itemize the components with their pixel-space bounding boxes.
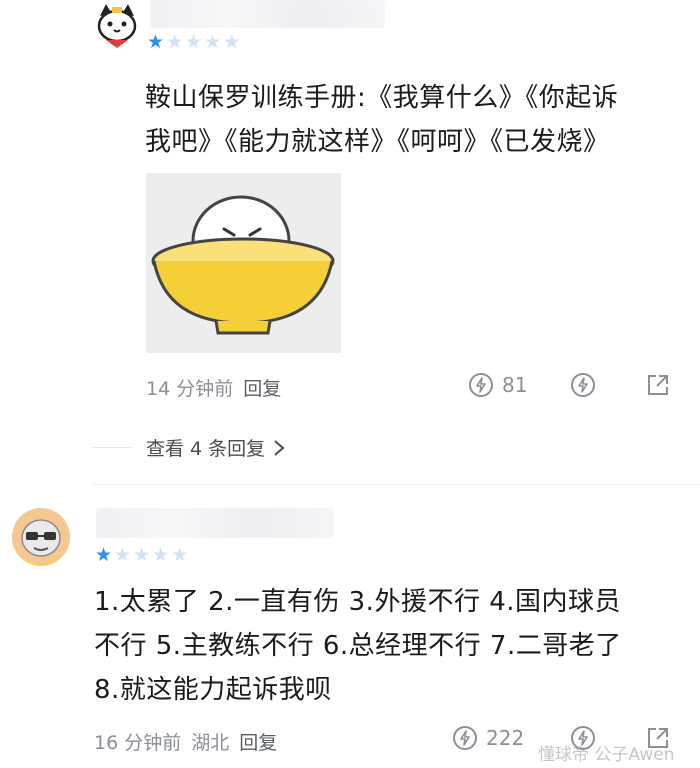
watermark-text: 懂球帝 公子Awen [538,745,675,765]
reply-button[interactable]: 回复 [239,728,277,755]
view-replies-label: 查看 4 条回复 [146,438,266,460]
comment-text: 1.太累了 2.一直有伤 3.外援不行 4.国内球员 不行 5.主教练不行 6.… [94,580,694,712]
dislike-button[interactable] [570,372,596,402]
comment-divider [92,484,700,485]
rating-stars: ★ ★ ★ ★ ★ [147,32,240,52]
like-count: 222 [486,726,525,750]
avatar[interactable] [92,2,142,52]
comment-line: 1.太累了 2.一直有伤 3.外援不行 4.国内球员 [94,587,622,617]
view-replies-link[interactable]: 查看 4 条回复 [146,434,287,461]
dislike-icon [571,373,595,397]
star-icon: ★ [166,31,184,53]
comment-line: 8.就这能力起诉我呗 [94,675,332,705]
comment-line: 我吧》《能力就这样》《呵呵》《已发烧》 [145,127,610,157]
comment-time: 14 分钟前 [146,378,234,400]
star-icon: ★ [133,544,151,566]
star-icon: ★ [152,544,170,566]
comment-meta: 16 分钟前 湖北 回复 [94,728,277,755]
comment-meta: 14 分钟前 回复 [146,374,281,401]
star-icon: ★ [185,31,203,53]
star-icon: ★ [147,31,165,53]
star-icon: ★ [171,544,189,566]
comment-text: 鞍山保罗训练手册:《我算什么》《你起诉 我吧》《能力就这样》《呵呵》《已发烧》 [145,76,685,164]
comment-line: 不行 5.主教练不行 6.总经理不行 7.二哥老了 [94,631,622,661]
reply-button[interactable]: 回复 [243,374,281,401]
avatar[interactable] [12,508,70,566]
comment-location: 湖北 [191,732,230,754]
like-button[interactable]: 222 [452,725,524,751]
bun-in-bowl-sticker [151,195,335,335]
chevron-right-icon [274,439,285,456]
star-icon: ★ [223,31,241,53]
star-icon: ★ [114,544,132,566]
like-count: 81 [502,373,528,397]
share-button[interactable] [646,373,670,401]
author-name-blurred[interactable] [150,0,385,28]
watermark: 懂球帝 公子Awen [538,740,674,765]
cat-avatar-icon [97,4,137,48]
star-icon: ★ [95,544,113,566]
rating-stars: ★ ★ ★ ★ ★ [95,545,188,565]
star-icon: ★ [204,31,222,53]
like-lightning-icon [453,726,477,750]
thread-line [92,447,132,448]
like-lightning-icon [469,373,493,397]
comment-time: 16 分钟前 [94,732,182,754]
author-name-blurred[interactable] [96,508,334,538]
comment-line: 鞍山保罗训练手册:《我算什么》《你起诉 [145,83,619,113]
bald-man-avatar-icon [12,508,70,566]
sticker-image[interactable] [146,173,341,353]
share-icon [648,375,668,395]
like-button[interactable]: 81 [468,372,527,398]
